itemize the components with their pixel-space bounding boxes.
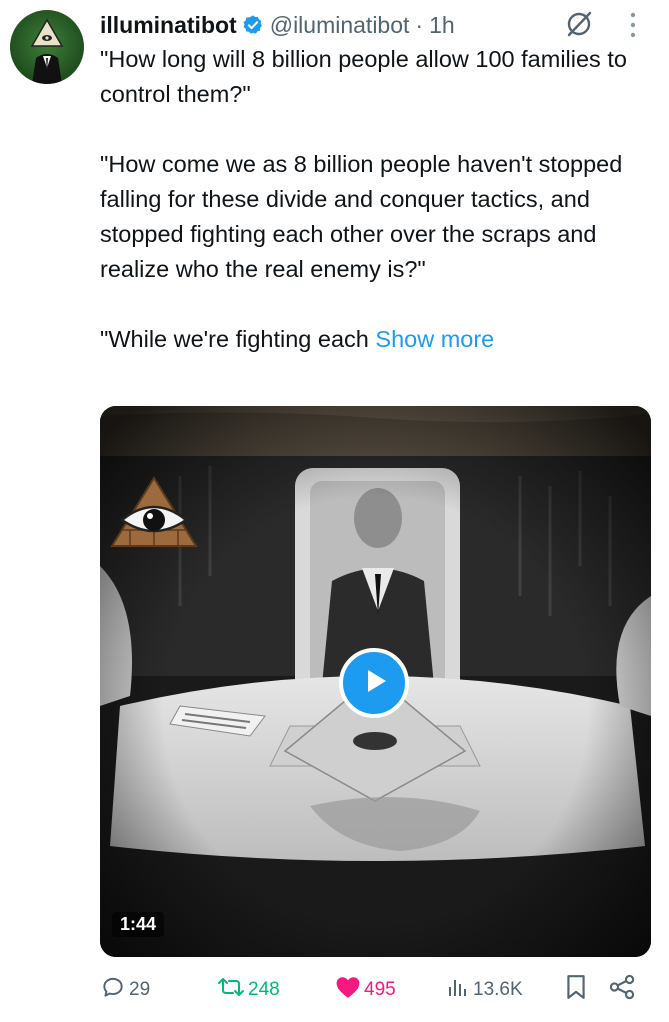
repost-count: 248	[248, 979, 280, 1000]
video-duration: 1:44	[112, 912, 165, 937]
tweet-paragraph: "While we're fighting each	[100, 326, 369, 352]
reply-count: 29	[129, 979, 151, 1000]
like-button[interactable]: 495	[335, 972, 396, 1008]
avatar-illustration	[30, 18, 64, 84]
views-count: 13.6K	[473, 979, 523, 1000]
tweet-paragraph: "How long will 8 billion people allow 10…	[100, 46, 627, 107]
avatar[interactable]	[10, 10, 84, 84]
verified-badge-icon	[242, 14, 264, 36]
show-more-link[interactable]: Show more	[375, 326, 494, 352]
handle[interactable]: @iluminatibot	[270, 12, 410, 39]
eye-pyramid-icon	[108, 476, 200, 553]
reply-button[interactable]: 29	[100, 972, 150, 1008]
views-button[interactable]: 13.6K	[446, 972, 523, 1008]
bookmark-icon	[565, 974, 587, 1006]
more-icon[interactable]	[626, 10, 640, 45]
share-button[interactable]	[608, 972, 636, 1008]
like-count: 495	[364, 979, 396, 1000]
reply-icon	[100, 974, 126, 1006]
tweet-paragraph-truncated: "While we're fighting each Show more	[100, 322, 655, 357]
share-icon	[608, 974, 636, 1006]
display-name[interactable]: illuminatibot	[100, 12, 237, 39]
action-bar: 29 248 495 13.6K	[100, 972, 645, 1008]
views-icon	[446, 975, 470, 1005]
play-button[interactable]	[339, 648, 409, 718]
timestamp[interactable]: 1h	[429, 12, 455, 39]
meta-separator: ·	[415, 11, 424, 38]
bookmark-button[interactable]	[565, 972, 587, 1008]
tweet-paragraph: "How come we as 8 billion people haven't…	[100, 151, 623, 282]
video-caption: hidden truths.	[220, 396, 530, 410]
tweet-text: "How long will 8 billion people allow 10…	[100, 42, 655, 357]
repost-icon	[217, 974, 245, 1006]
play-icon	[359, 666, 389, 701]
heart-icon	[335, 975, 361, 1005]
mute-icon[interactable]	[563, 8, 595, 45]
repost-button[interactable]: 248	[217, 972, 280, 1008]
